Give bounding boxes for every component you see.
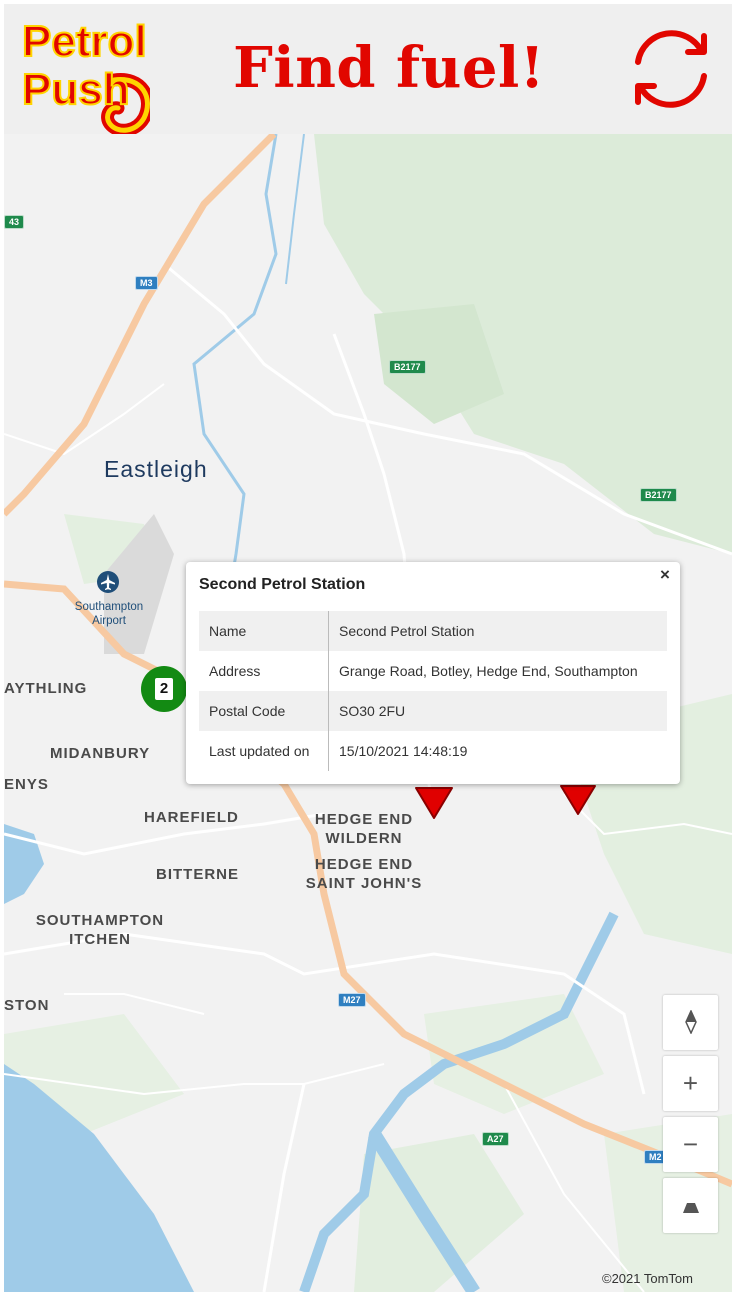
airplane-icon xyxy=(97,571,119,593)
detail-value: 15/10/2021 14:48:19 xyxy=(339,743,468,759)
table-row: Postal Code SO30 2FU xyxy=(199,691,667,731)
road-shield: 43 xyxy=(4,215,25,229)
place-label-line1: SOUTHAMPTON xyxy=(35,912,165,929)
place-label: ENYS xyxy=(4,776,49,793)
compass-icon xyxy=(684,1009,697,1035)
cluster-marker[interactable]: 2 xyxy=(141,666,187,712)
place-label-line2: SAINT JOHN'S xyxy=(305,875,423,892)
detail-key: Last updated on xyxy=(199,731,329,771)
zoom-out-button[interactable]: − xyxy=(663,1117,718,1172)
place-label: STON xyxy=(4,997,50,1014)
place-label: HAREFIELD xyxy=(144,809,239,826)
place-label-line2: ITCHEN xyxy=(69,931,131,948)
place-label-line1: HEDGE END xyxy=(314,811,414,828)
place-label: MIDANBURY xyxy=(50,745,151,762)
zoom-in-button[interactable]: + xyxy=(663,1056,718,1111)
detail-key: Name xyxy=(199,611,329,651)
airport-label: Southampton Airport xyxy=(64,600,154,628)
refresh-icon[interactable] xyxy=(624,24,718,114)
station-details-table: Name Second Petrol Station Address Grang… xyxy=(199,611,667,771)
station-popup: Second Petrol Station × Name Second Petr… xyxy=(186,562,680,784)
page-title: Find fuel! xyxy=(233,35,545,101)
map-copyright: ©2021 TomTom xyxy=(602,1271,693,1286)
place-label: SOUTHAMPTON ITCHEN xyxy=(32,911,168,949)
plus-icon: + xyxy=(682,1068,699,1098)
compass-button[interactable] xyxy=(663,995,718,1050)
place-label: AYTHLING xyxy=(4,680,88,697)
logo-text-line1: Petrol xyxy=(22,17,147,66)
fuel-station-marker[interactable] xyxy=(559,784,597,816)
detail-key: Address xyxy=(199,651,329,691)
road-shield: B2177 xyxy=(389,360,426,374)
place-label: HEDGE END WILDERN xyxy=(296,810,432,848)
app-header: Petrol Push Find fuel! xyxy=(4,4,732,134)
place-label-line2: WILDERN xyxy=(325,830,403,847)
table-row: Address Grange Road, Botley, Hedge End, … xyxy=(199,651,667,691)
detail-value: Grange Road, Botley, Hedge End, Southamp… xyxy=(339,663,638,679)
road-shield: B2177 xyxy=(640,488,677,502)
place-label: BITTERNE xyxy=(156,866,239,883)
detail-key: Postal Code xyxy=(199,691,329,731)
close-icon[interactable]: × xyxy=(654,564,676,586)
city-label: Eastleigh xyxy=(104,456,208,482)
cluster-count: 2 xyxy=(155,678,173,700)
detail-value: Second Petrol Station xyxy=(328,611,667,651)
airport-label-line2: Airport xyxy=(92,615,126,627)
road-shield: A27 xyxy=(482,1132,509,1146)
road-shield: M27 xyxy=(338,993,366,1007)
logo-text-line2: Push xyxy=(22,65,130,114)
pitch-icon xyxy=(682,1203,699,1213)
place-label: HEDGE END SAINT JOHN'S xyxy=(296,855,432,893)
table-row: Last updated on 15/10/2021 14:48:19 xyxy=(199,731,667,771)
app-frame: Petrol Push Find fuel! 43 M3 B2177 B2177… xyxy=(0,0,732,1292)
popup-title: Second Petrol Station xyxy=(199,576,366,593)
fuel-station-marker[interactable] xyxy=(414,786,454,820)
table-row: Name Second Petrol Station xyxy=(199,611,667,651)
petrol-push-logo: Petrol Push xyxy=(21,16,150,134)
detail-value: SO30 2FU xyxy=(328,691,667,731)
pitch-button[interactable] xyxy=(663,1178,718,1233)
minus-icon: − xyxy=(682,1129,699,1159)
road-shield: M3 xyxy=(135,276,158,290)
place-label-line1: HEDGE END xyxy=(314,856,414,873)
airport-label-line1: Southampton xyxy=(74,601,144,613)
